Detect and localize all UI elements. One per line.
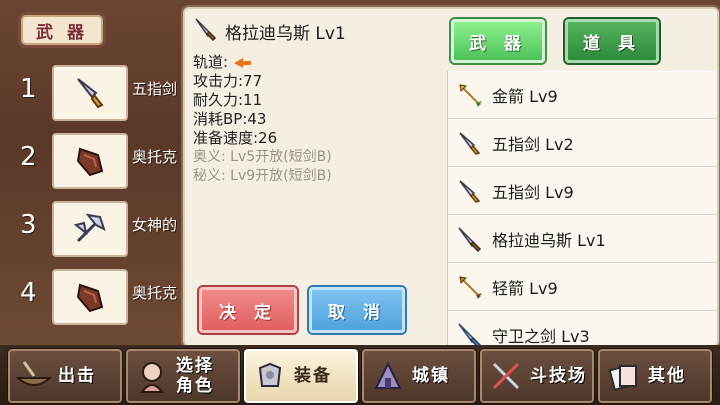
party-row[interactable]: 2 奥托克: [0, 128, 190, 189]
weapon-name: 女神的: [132, 216, 178, 234]
cancel-button[interactable]: 取 消: [309, 287, 405, 333]
list-item[interactable]: 轻箭 Lv9: [448, 263, 717, 312]
nav-equip-button[interactable]: 装备: [244, 349, 358, 403]
dagger-icon: [52, 65, 128, 121]
ready-speed-stat: 准备速度:26: [193, 129, 278, 147]
axe-icon: [52, 201, 128, 257]
party-row[interactable]: 3 女神的: [0, 196, 190, 257]
list-item[interactable]: 守卫之剑 Lv3: [448, 311, 717, 346]
nav-label: 出击: [58, 366, 96, 386]
weapon-name: 五指剑: [132, 80, 178, 98]
list-item[interactable]: 格拉迪乌斯 Lv1: [448, 215, 717, 264]
track-label: 轨道:: [193, 53, 229, 71]
row-number: 1: [20, 74, 37, 104]
nav-label: 选择 角色: [176, 356, 214, 396]
nav-town-button[interactable]: 城镇: [362, 349, 476, 403]
item-tab-button[interactable]: 道 具: [565, 19, 659, 63]
item-label: 守卫之剑 Lv3: [492, 327, 590, 346]
nav-label-line-1: 选择: [176, 356, 214, 376]
nav-label: 装备: [294, 366, 332, 386]
claw-icon: [52, 269, 128, 325]
bp-cost-stat: 消耗BP:43: [193, 110, 267, 128]
party-row[interactable]: 1 五指剑: [0, 60, 190, 121]
nav-sortie-button[interactable]: 出击: [8, 349, 122, 403]
list-item[interactable]: 五指剑 Lv2: [448, 119, 717, 168]
secret-skill-2: 秘义: Lv9开放(短剑B): [193, 168, 332, 184]
nav-label: 斗技场: [530, 366, 587, 386]
crossed-swords-icon: [486, 356, 526, 396]
ship-icon: [14, 356, 54, 396]
arrow-icon: [454, 79, 486, 111]
nav-label-line-2: 角色: [176, 376, 214, 396]
nav-arena-button[interactable]: 斗技场: [480, 349, 594, 403]
weapon-name: 奥托克: [132, 148, 178, 166]
nav-label: 其他: [648, 366, 686, 386]
party-row[interactable]: 4 奥托克: [0, 264, 190, 325]
weapon-tab-button[interactable]: 武 器: [451, 19, 545, 63]
weapon-category-tab[interactable]: 武 器: [18, 12, 106, 48]
item-label: 五指剑 Lv2: [492, 135, 574, 154]
arrow-icon: [454, 271, 486, 303]
item-label: 格拉迪乌斯 Lv1: [492, 231, 606, 250]
nav-select-character-button[interactable]: 选择 角色: [126, 349, 240, 403]
item-label: 五指剑 Lv9: [492, 183, 574, 202]
character-icon: [132, 356, 172, 396]
secret-skill-1: 奥义: Lv5开放(短剑B): [193, 149, 332, 165]
item-label: 轻箭 Lv9: [492, 279, 558, 298]
list-item[interactable]: 五指剑 Lv9: [448, 167, 717, 216]
attack-stat: 攻击力:77: [193, 72, 263, 90]
claw-icon: [52, 133, 128, 189]
weapon-title: 格拉迪乌斯 Lv1: [225, 23, 346, 44]
weapon-detail: 格拉迪乌斯 Lv1 轨道: 攻击力:77 耐久力:11 消耗BP:43 准备速度…: [193, 17, 443, 186]
weapon-name: 奥托克: [132, 284, 178, 302]
durability-stat: 耐久力:11: [193, 91, 263, 109]
row-number: 2: [20, 142, 37, 172]
row-number: 3: [20, 210, 37, 240]
bottom-nav: 出击 选择 角色 装备 城镇 斗技场 其他: [0, 345, 720, 405]
item-label: 金箭 Lv9: [492, 87, 558, 106]
armor-icon: [250, 356, 290, 396]
nav-label: 城镇: [412, 366, 450, 386]
equipment-panel: 格拉迪乌斯 Lv1 轨道: 攻击力:77 耐久力:11 消耗BP:43 准备速度…: [183, 7, 719, 347]
sword-icon: [454, 223, 486, 255]
row-number: 4: [20, 278, 37, 308]
town-icon: [368, 356, 408, 396]
weapon-list[interactable]: 金箭 Lv9 五指剑 Lv2 五指剑 Lv9 格拉迪乌斯 Lv1 轻箭 Lv9 …: [447, 71, 717, 346]
sword-icon: [193, 16, 219, 46]
sword-icon: [454, 319, 486, 345]
dagger-icon: [454, 127, 486, 159]
decide-button[interactable]: 决 定: [199, 287, 297, 333]
dagger-icon: [454, 175, 486, 207]
list-item[interactable]: 金箭 Lv9: [448, 71, 717, 120]
nav-other-button[interactable]: 其他: [598, 349, 712, 403]
left-arrow-icon: [234, 57, 252, 68]
cards-icon: [604, 356, 644, 396]
